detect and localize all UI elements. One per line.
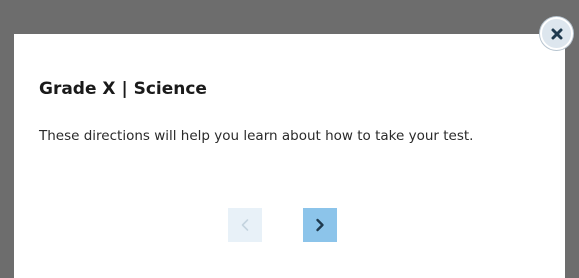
directions-dialog: Grade X | Science These directions will … — [14, 34, 565, 278]
close-button[interactable] — [540, 17, 573, 50]
dialog-title: Grade X | Science — [39, 79, 207, 99]
previous-button[interactable] — [228, 208, 262, 242]
chevron-right-icon — [315, 218, 325, 232]
close-icon — [550, 27, 564, 41]
next-button[interactable] — [303, 208, 337, 242]
chevron-left-icon — [240, 218, 250, 232]
dialog-body-text: These directions will help you learn abo… — [39, 128, 474, 144]
